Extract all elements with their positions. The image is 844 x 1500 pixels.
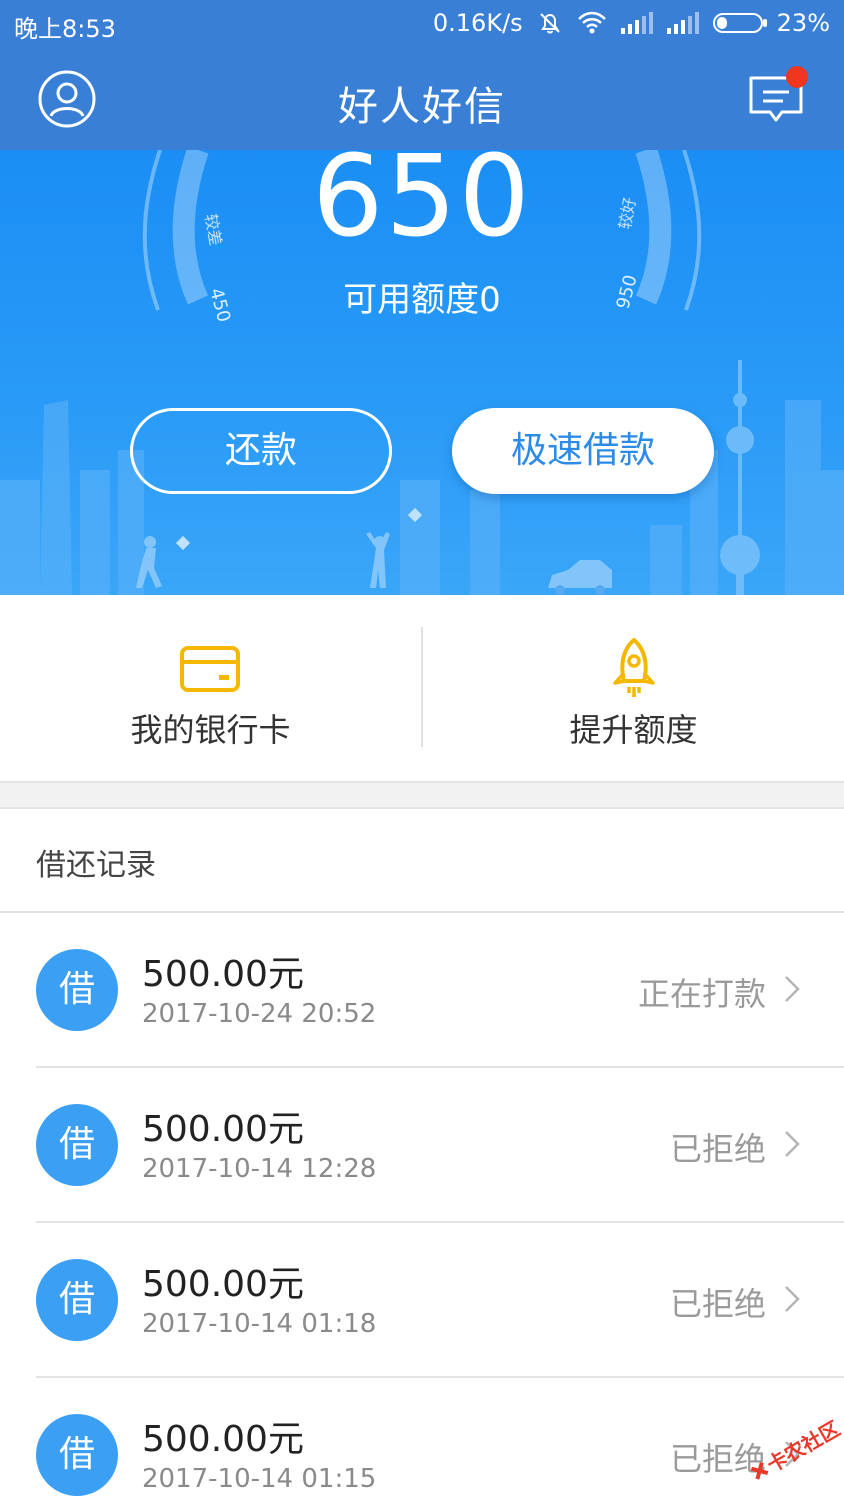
- record-amount: 500.00元: [142, 1109, 304, 1150]
- section-gap: [0, 783, 844, 809]
- record-row[interactable]: 借 500.00元 2017-10-14 01:18 已拒绝: [0, 1223, 844, 1378]
- mute-bell-icon: [539, 13, 560, 34]
- borrow-badge: 借: [36, 1259, 118, 1341]
- record-date: 2017-10-14 01:18: [142, 1309, 377, 1339]
- chevron-right-icon: [785, 1131, 800, 1157]
- signal-icon: [666, 12, 699, 34]
- record-date: 2017-10-14 01:15: [142, 1464, 377, 1494]
- status-bar: 晚上8:53 0.16K/s 23%: [0, 0, 844, 48]
- record-status: 正在打款: [637, 975, 766, 1013]
- record-status: 已拒绝: [669, 1130, 766, 1168]
- record-row[interactable]: 借 500.00元 2017-10-24 20:52 正在打款: [0, 913, 844, 1068]
- record-amount: 500.00元: [142, 1264, 304, 1305]
- battery-percent: 23%: [776, 9, 830, 37]
- record-date: 2017-10-24 20:52: [142, 999, 377, 1029]
- wifi-icon: [577, 11, 606, 34]
- status-right: 0.16K/s 23%: [433, 9, 830, 37]
- record-status: 已拒绝: [669, 1285, 766, 1323]
- bank-card-icon: [180, 646, 240, 692]
- credit-score: 650: [312, 150, 532, 262]
- available-quota: 可用额度0: [343, 280, 501, 320]
- net-speed: 0.16K/s: [432, 9, 523, 37]
- page-title: 好人好信: [338, 84, 506, 130]
- battery-icon: [712, 13, 767, 33]
- record-row[interactable]: 借 500.00元 2017-10-14 12:28 已拒绝: [0, 1068, 844, 1223]
- record-amount: 500.00元: [142, 1419, 304, 1460]
- quick-actions: 我的银行卡 提升额度: [0, 595, 844, 783]
- watermark-logo: 卡农社区: [750, 1416, 844, 1480]
- raise-quota-label: 提升额度: [569, 711, 698, 749]
- record-date: 2017-10-14 12:28: [142, 1154, 377, 1184]
- fast-loan-button[interactable]: 极速借款: [452, 408, 714, 494]
- status-time: 晚上8:53: [14, 15, 116, 43]
- repay-button[interactable]: 还款: [130, 408, 392, 494]
- watermark-text: 卡农社区: [763, 1416, 844, 1477]
- chevron-right-icon: [785, 976, 800, 1002]
- signal-icon: [620, 12, 653, 34]
- app-root: 晚上8:53 0.16K/s 23% 好人好信 较差 450 较好 950 65…: [0, 0, 844, 1500]
- records-title: 借还记录: [36, 848, 156, 883]
- my-bank-card-button[interactable]: 我的银行卡: [0, 595, 421, 781]
- borrow-badge: 借: [36, 1104, 118, 1186]
- borrow-badge: 借: [36, 949, 118, 1031]
- my-bank-card-label: 我的银行卡: [130, 711, 291, 749]
- credit-hero: 较差 450 较好 950 650 可用额度0 还款 极速借款: [0, 150, 844, 595]
- chevron-right-icon: [785, 1286, 800, 1312]
- record-row[interactable]: 借 500.00元 2017-10-14 01:15 已拒绝: [0, 1378, 844, 1500]
- battery-level: [716, 17, 727, 29]
- record-amount: 500.00元: [142, 954, 304, 995]
- app-header: 好人好信: [0, 48, 844, 150]
- raise-quota-button[interactable]: 提升额度: [423, 595, 844, 781]
- borrow-badge: 借: [36, 1414, 118, 1496]
- rocket-icon: [613, 638, 655, 697]
- notification-dot: [786, 66, 808, 88]
